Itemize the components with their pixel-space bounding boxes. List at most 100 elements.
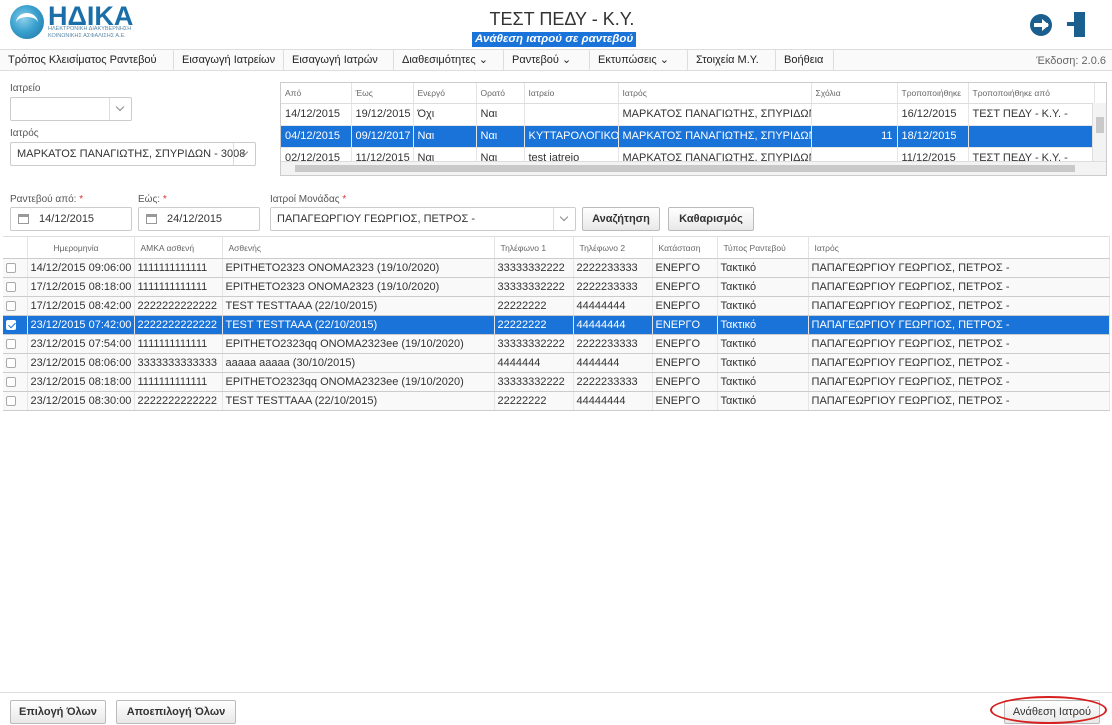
table-row[interactable]: 23/12/2015 08:18:00 1111111111111 EPITHE… <box>3 372 1110 392</box>
menu-prints[interactable]: Εκτυπώσεις ⌄ <box>590 50 688 70</box>
horizontal-scrollbar[interactable] <box>281 161 1106 175</box>
cell-date: 14/12/2015 09:06:00 <box>27 258 135 278</box>
col-header[interactable]: Ημερομηνία <box>27 236 135 259</box>
scrollbar-thumb[interactable] <box>1096 117 1104 133</box>
col-header[interactable]: Σχόλια <box>811 83 898 104</box>
clear-button[interactable]: Καθαρισμός <box>668 207 754 231</box>
select-all-button[interactable]: Επιλογή Όλων <box>10 700 106 724</box>
cell-phone1: 33333332222 <box>494 277 574 297</box>
date-to-field[interactable]: 24/12/2015 <box>138 207 260 231</box>
cell-status: ΕΝΕΡΓΟ <box>652 315 718 335</box>
cell-patient: TEST TESTTAAA (22/10/2015) <box>222 391 495 411</box>
col-header[interactable]: Τροποποιήθηκε από <box>968 83 1095 104</box>
switch-arrow-icon[interactable] <box>1030 14 1052 36</box>
required-mark: * <box>79 194 84 205</box>
date-from-field[interactable]: 14/12/2015 <box>10 207 132 231</box>
menu-availabilities[interactable]: Διαθεσιμότητες ⌄ <box>394 50 504 70</box>
unit-doctors-label-text: Ιατροί Μονάδας <box>270 194 340 205</box>
calendar-icon[interactable] <box>18 214 29 224</box>
table-row[interactable]: 23/12/2015 08:06:00 3333333333333 aaaaa … <box>3 353 1110 373</box>
row-checkbox[interactable] <box>6 396 16 407</box>
row-select-cell <box>3 353 28 373</box>
version-label: Έκδοση: 2.0.6 <box>1036 55 1106 67</box>
col-header[interactable]: Τηλέφωνο 1 <box>494 236 574 259</box>
calendar-icon[interactable] <box>146 214 157 224</box>
col-header[interactable]: Ασθενής <box>222 236 495 259</box>
col-header[interactable]: Ιατρός <box>618 83 812 104</box>
cell-type: Τακτικό <box>717 353 809 373</box>
cell-type: Τακτικό <box>717 258 809 278</box>
deselect-all-button[interactable]: Αποεπιλογή Όλων <box>116 700 236 724</box>
cell-status: ΕΝΕΡΓΟ <box>652 296 718 316</box>
menu-insert-doctors[interactable]: Εισαγωγή Ιατρών <box>284 50 394 70</box>
col-header[interactable]: Τηλέφωνο 2 <box>573 236 653 259</box>
col-header[interactable]: Ιατρείο <box>524 83 619 104</box>
cell-patient: aaaaa aaaaa (30/10/2015) <box>222 353 495 373</box>
col-header[interactable]: Ιατρός <box>808 236 1110 259</box>
col-header[interactable]: Τύπος Ραντεβού <box>717 236 809 259</box>
menu-insert-clinics[interactable]: Εισαγωγή Ιατρείων <box>174 50 284 70</box>
col-header[interactable]: Ενεργό <box>413 83 477 104</box>
scrollbar-thumb[interactable] <box>295 165 1075 172</box>
table-row[interactable]: 17/12/2015 08:42:00 2222222222222 TEST T… <box>3 296 1110 316</box>
cell-phone2: 44444444 <box>573 315 653 335</box>
cell-doctor: ΠΑΠΑΓΕΩΡΓΙΟΥ ΓΕΩΡΓΙΟΣ, ΠΕΤΡΟΣ - <box>808 372 1110 392</box>
menu-help[interactable]: Βοήθεια <box>776 50 834 70</box>
cell-from: 04/12/2015 <box>281 125 352 148</box>
chevron-down-icon <box>109 98 131 120</box>
cell-phone2: 44444444 <box>573 391 653 411</box>
clinic-select[interactable] <box>10 97 132 121</box>
cell-modified: 16/12/2015 <box>897 103 969 126</box>
logout-door-icon[interactable] <box>1067 12 1089 37</box>
vertical-scrollbar[interactable] <box>1092 103 1106 161</box>
cell-type: Τακτικό <box>717 296 809 316</box>
row-checkbox[interactable] <box>6 339 16 350</box>
table-row[interactable]: 04/12/2015 09/12/2017 Ναι Ναι ΚΥΤΤΑΡΟΛΟΓ… <box>281 125 1095 148</box>
table-row[interactable]: 14/12/2015 19/12/2015 Όχι Ναι ΜΑΡΚΑΤΟΣ Π… <box>281 103 1095 126</box>
row-checkbox[interactable] <box>6 263 16 274</box>
unit-doctors-value: ΠΑΠΑΓΕΩΡΓΙΟΥ ΓΕΩΡΓΙΟΣ, ΠΕΤΡΟΣ - <box>277 213 475 225</box>
col-header[interactable]: Ορατό <box>476 83 525 104</box>
table-row[interactable]: 23/12/2015 07:54:00 1111111111111 EPITHE… <box>3 334 1110 354</box>
cell-phone2: 2222233333 <box>573 334 653 354</box>
col-header[interactable]: Κατάσταση <box>652 236 718 259</box>
cell-doctor: ΠΑΠΑΓΕΩΡΓΙΟΥ ΓΕΩΡΓΙΟΣ, ΠΕΤΡΟΣ - <box>808 391 1110 411</box>
menu-appointments[interactable]: Ραντεβού ⌄ <box>504 50 590 70</box>
date-to-value: 24/12/2015 <box>167 213 223 225</box>
row-checkbox[interactable] <box>6 377 16 388</box>
cell-patient: TEST TESTTAAA (22/10/2015) <box>222 315 495 335</box>
table-row[interactable]: 14/12/2015 09:06:00 1111111111111 EPITHE… <box>3 258 1110 278</box>
cell-status: ΕΝΕΡΓΟ <box>652 258 718 278</box>
doctor-select[interactable]: ΜΑΡΚΑΤΟΣ ΠΑΝΑΓΙΩΤΗΣ, ΣΠΥΡΙΔΩΝ - 3008 <box>10 142 256 166</box>
cell-doctor: ΠΑΠΑΓΕΩΡΓΙΟΥ ΓΕΩΡΓΙΟΣ, ΠΕΤΡΟΣ - <box>808 277 1110 297</box>
appointments-grid: Ημερομηνία ΑΜΚΑ ασθενή Ασθενής Τηλέφωνο … <box>3 236 1110 411</box>
col-header[interactable]: Από <box>281 83 352 104</box>
cell-clinic <box>524 103 619 126</box>
cell-clinic: ΚΥΤΤΑΡΟΛΟΓΙΚΟ <box>524 125 619 148</box>
row-checkbox[interactable] <box>6 282 16 293</box>
table-row[interactable]: 23/12/2015 07:42:00 2222222222222 TEST T… <box>3 315 1110 335</box>
cell-phone1: 4444444 <box>494 353 574 373</box>
col-header[interactable]: Τροποποιήθηκε <box>897 83 969 104</box>
cell-date: 17/12/2015 08:42:00 <box>27 296 135 316</box>
unit-doctors-select[interactable]: ΠΑΠΑΓΕΩΡΓΙΟΥ ΓΕΩΡΓΙΟΣ, ΠΕΤΡΟΣ - <box>270 207 576 231</box>
table-row[interactable]: 17/12/2015 08:18:00 1111111111111 EPITHE… <box>3 277 1110 297</box>
menu-unit-details[interactable]: Στοιχεία Μ.Υ. <box>688 50 776 70</box>
table-row[interactable]: 23/12/2015 08:30:00 2222222222222 TEST T… <box>3 391 1110 411</box>
search-button[interactable]: Αναζήτηση <box>582 207 660 231</box>
row-checkbox[interactable] <box>6 320 16 331</box>
chevron-down-icon <box>553 208 575 230</box>
app-header: ΗΔΙΚΑ ΗΛΕΚΤΡΟΝΙΚΗ ΔΙΑΚΥΒΕΡΝΗΣΗ ΚΟΙΝΩΝΙΚΗ… <box>0 0 1112 47</box>
cell-active: Όχι <box>413 103 477 126</box>
page-subtitle: Ανάθεση ιατρού σε ραντεβού <box>472 32 637 47</box>
cell-date: 23/12/2015 08:06:00 <box>27 353 135 373</box>
cell-amka: 2222222222222 <box>134 315 223 335</box>
row-checkbox[interactable] <box>6 358 16 369</box>
cell-phone1: 33333332222 <box>494 334 574 354</box>
row-checkbox[interactable] <box>6 301 16 312</box>
cell-phone1: 33333332222 <box>494 258 574 278</box>
menu-closing-method[interactable]: Τρόπος Κλεισίματος Ραντεβού <box>0 50 174 70</box>
col-header[interactable]: Έως <box>351 83 414 104</box>
cell-phone1: 22222222 <box>494 296 574 316</box>
col-header[interactable]: ΑΜΚΑ ασθενή <box>134 236 223 259</box>
